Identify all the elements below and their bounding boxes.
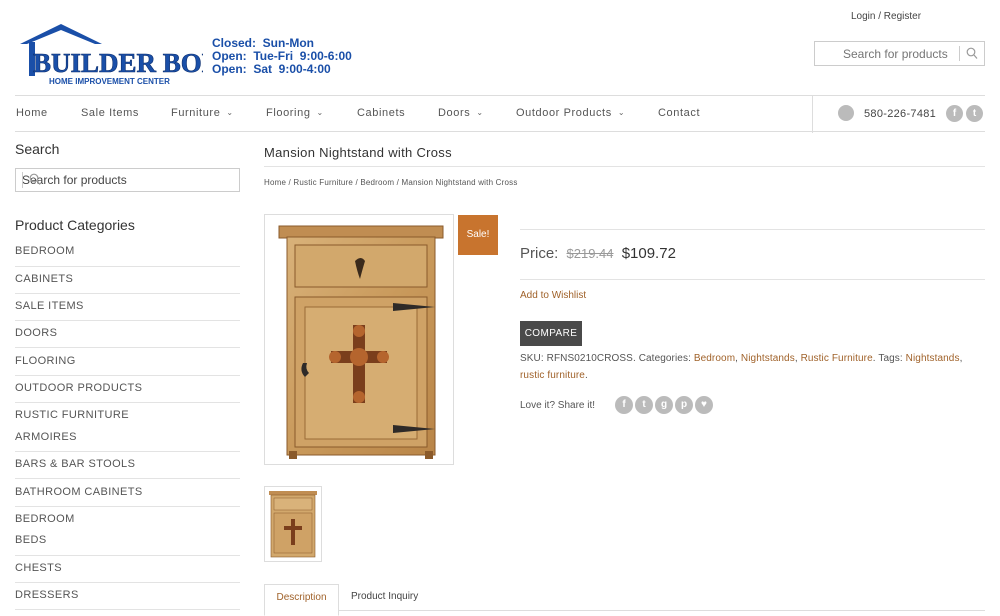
category-link[interactable]: SALE ITEMS: [15, 300, 240, 312]
category-link-bedroom[interactable]: Bedroom: [694, 353, 735, 364]
sidebar-search-input[interactable]: Search for products: [15, 168, 240, 192]
old-price: $219.44: [566, 246, 614, 261]
divider: [15, 506, 240, 507]
main-nav: Home Sale Items Furniture ⌄ Flooring ⌄ Cab…: [15, 95, 985, 133]
header-search-box[interactable]: [814, 41, 985, 66]
divider: [520, 279, 985, 280]
search-icon[interactable]: [22, 172, 233, 188]
category-link[interactable]: FLOORING: [15, 355, 240, 367]
category-link[interactable]: CHESTS: [15, 562, 240, 574]
category-link[interactable]: BEDROOM: [15, 513, 240, 525]
sidebar-search-title: Search: [15, 141, 60, 157]
category-link[interactable]: RUSTIC FURNITURE: [15, 409, 240, 421]
price: Price: $219.44 $109.72: [520, 245, 676, 262]
divider: [15, 478, 240, 479]
nav-item-home[interactable]: Home: [16, 107, 48, 119]
divider: [15, 266, 240, 267]
store-hours: Closed: Sun-Mon Open: Tue-Fri 9:00-6:00 …: [212, 37, 352, 76]
nav-item-furniture[interactable]: Furniture ⌄: [171, 107, 234, 119]
chevron-down-icon: ⌄: [316, 108, 324, 117]
login-register-link[interactable]: Login / Register: [851, 11, 921, 22]
category-link-rustic-furniture[interactable]: Rustic Furniture: [801, 353, 873, 364]
nav-item-sale-items[interactable]: Sale Items: [81, 107, 139, 119]
category-link-nightstands[interactable]: Nightstands: [741, 353, 795, 364]
product-thumbnail[interactable]: [264, 486, 322, 562]
nav-item-contact[interactable]: Contact: [658, 107, 700, 119]
category-link[interactable]: BEDS: [15, 534, 240, 546]
breadcrumb[interactable]: Home / Rustic Furniture / Bedroom / Mans…: [264, 178, 518, 187]
divider: [15, 451, 240, 452]
nav-item-cabinets[interactable]: Cabinets: [357, 107, 405, 119]
nav-divider: [812, 95, 813, 133]
category-link[interactable]: BARS & BAR STOOLS: [15, 458, 240, 470]
facebook-share-icon[interactable]: f: [615, 396, 633, 414]
category-link[interactable]: DRESSERS: [15, 589, 240, 601]
product-title: Mansion Nightstand with Cross: [264, 145, 452, 160]
chevron-down-icon: ⌄: [226, 108, 234, 117]
tag-link-rustic-furniture[interactable]: rustic furniture: [520, 370, 585, 381]
divider: [15, 582, 240, 583]
chevron-down-icon: ⌄: [476, 108, 484, 117]
product-categories-title: Product Categories: [15, 217, 135, 233]
logo-title: BUILDER BOB'S: [33, 48, 203, 78]
twitter-share-icon[interactable]: t: [635, 396, 653, 414]
divider: [15, 320, 240, 321]
price-label: Price:: [520, 245, 559, 262]
divider: [264, 166, 985, 167]
chevron-down-icon: ⌄: [617, 108, 626, 117]
tabs-divider: [264, 610, 985, 611]
heart-icon[interactable]: ♥: [695, 396, 713, 414]
divider: [15, 375, 240, 376]
category-link[interactable]: OUTDOOR PRODUCTS: [15, 382, 240, 394]
divider: [15, 347, 240, 348]
nav-item-doors[interactable]: Doors ⌄: [438, 107, 484, 119]
divider: [15, 555, 240, 556]
nav-item-outdoor-products[interactable]: Outdoor Products ⌄: [516, 107, 625, 119]
share-label: Love it? Share it!: [520, 400, 596, 411]
category-link[interactable]: BEDROOM: [15, 245, 240, 257]
logo-subtitle: HOME IMPROVEMENT CENTER: [49, 77, 170, 86]
twitter-icon[interactable]: t: [966, 105, 983, 122]
google-plus-share-icon[interactable]: g: [655, 396, 673, 414]
hours-line: Open: Sat 9:00-4:00: [212, 62, 331, 76]
category-link[interactable]: CABINETS: [15, 273, 240, 285]
tab-description[interactable]: Description: [264, 584, 339, 616]
category-link[interactable]: BATHROOM CABINETS: [15, 486, 240, 498]
add-to-wishlist-link[interactable]: Add to Wishlist: [520, 290, 586, 301]
pinterest-share-icon[interactable]: p: [675, 396, 693, 414]
divider: [520, 229, 985, 230]
category-link[interactable]: DOORS: [15, 327, 240, 339]
category-link[interactable]: ARMOIRES: [15, 431, 240, 443]
phone-icon: [838, 105, 854, 121]
phone-number[interactable]: 580-226-7481: [864, 108, 936, 120]
product-meta: SKU: RFNS0210CROSS. Categories: Bedroom,…: [520, 353, 963, 381]
nav-item-flooring[interactable]: Flooring ⌄: [266, 107, 324, 119]
facebook-icon[interactable]: f: [946, 105, 963, 122]
header-search-input[interactable]: [815, 46, 955, 61]
search-icon[interactable]: [959, 46, 978, 61]
sale-price: $109.72: [621, 245, 676, 262]
builder-bobs-logo[interactable]: BUILDER BOB'S HOME IMPROVEMENT CENTER: [15, 22, 243, 88]
sale-badge: Sale!: [458, 215, 498, 255]
divider: [15, 402, 240, 403]
sku-text: SKU: RFNS0210CROSS. Categories:: [520, 353, 691, 364]
tag-link-nightstands[interactable]: Nightstands: [906, 353, 960, 364]
tags-label: Tags:: [878, 353, 903, 364]
tab-product-inquiry[interactable]: Product Inquiry: [351, 584, 418, 610]
divider: [15, 609, 240, 610]
divider: [15, 293, 240, 294]
compare-button[interactable]: COMPARE: [520, 321, 582, 346]
product-image[interactable]: [264, 214, 454, 465]
